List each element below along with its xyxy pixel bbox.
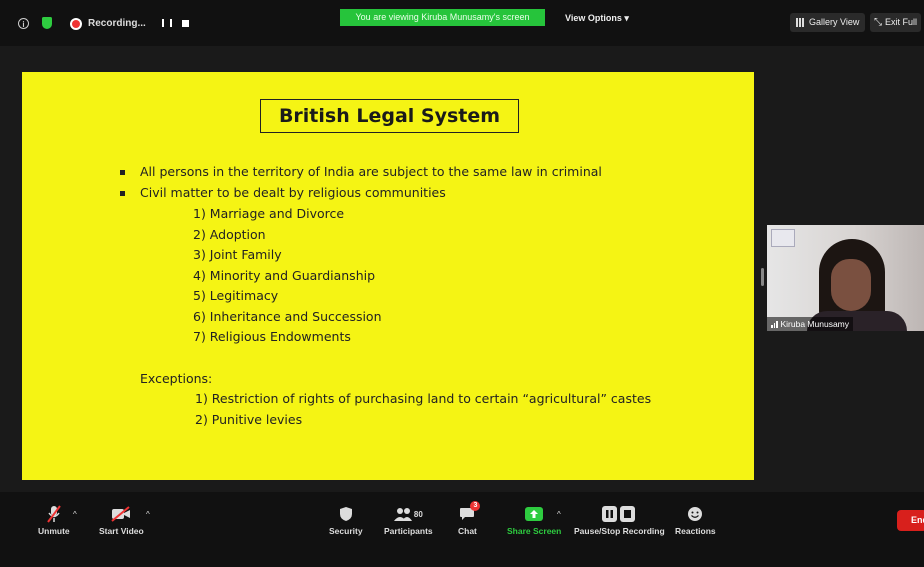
security-button[interactable]: Security bbox=[329, 505, 363, 536]
participant-video-tile[interactable]: Kiruba Munusamy bbox=[767, 225, 924, 331]
microphone-muted-icon bbox=[47, 505, 61, 523]
participant-name: Kiruba Munusamy bbox=[780, 319, 850, 329]
civil-item: 6) Inheritance and Succession bbox=[193, 309, 382, 324]
gallery-view-button[interactable]: Gallery View bbox=[790, 13, 866, 32]
pause-stop-recording-label: Pause/Stop Recording bbox=[574, 526, 665, 536]
civil-item: 7) Religious Endowments bbox=[193, 329, 351, 344]
video-camera-off-icon bbox=[111, 505, 131, 523]
civil-item: 5) Legitimacy bbox=[193, 288, 279, 303]
gallery-view-label: Gallery View bbox=[809, 17, 860, 27]
civil-item: 4) Minority and Guardianship bbox=[193, 268, 376, 283]
exit-full-label: Exit Full bbox=[885, 17, 918, 27]
participants-count: 80 bbox=[413, 509, 423, 519]
share-options-caret[interactable]: ^ bbox=[557, 510, 561, 519]
unmute-label: Unmute bbox=[38, 526, 70, 536]
participant-name-bar: Kiruba Munusamy bbox=[767, 317, 854, 331]
share-screen-button[interactable]: Share Screen bbox=[507, 505, 561, 536]
participants-icon: 80 bbox=[393, 505, 423, 523]
viewing-screen-banner: You are viewing Kiruba Munusamy's screen bbox=[340, 9, 545, 26]
security-label: Security bbox=[329, 526, 363, 536]
civil-item: 2) Adoption bbox=[193, 227, 266, 242]
end-meeting-button[interactable]: End bbox=[897, 510, 924, 531]
encryption-shield-icon[interactable] bbox=[42, 17, 52, 29]
recording-indicator: Recording... bbox=[72, 18, 146, 29]
unmute-button[interactable]: Unmute bbox=[38, 505, 70, 536]
video-options-caret[interactable]: ^ bbox=[146, 510, 150, 519]
participants-button[interactable]: 80 Participants bbox=[384, 505, 433, 536]
view-options-label: View Options bbox=[565, 13, 622, 23]
shared-screen-slide: British Legal System All persons in the … bbox=[22, 72, 754, 480]
civil-item: 3) Joint Family bbox=[193, 247, 282, 262]
chat-label: Chat bbox=[458, 526, 477, 536]
start-video-label: Start Video bbox=[99, 526, 144, 536]
stop-recording-button[interactable] bbox=[182, 20, 189, 27]
slide-bullet: All persons in the territory of India ar… bbox=[120, 164, 602, 179]
wall-poster bbox=[771, 229, 795, 247]
participant-face bbox=[831, 259, 871, 311]
grid-icon bbox=[796, 18, 805, 27]
exception-item: 2) Punitive levies bbox=[195, 412, 303, 427]
slide-bullet: Civil matter to be dealt by religious co… bbox=[120, 185, 446, 200]
pause-recording-button[interactable] bbox=[162, 19, 174, 27]
start-video-button[interactable]: Start Video bbox=[99, 505, 144, 536]
exit-fullscreen-icon: ⤡ bbox=[874, 17, 882, 28]
share-screen-label: Share Screen bbox=[507, 526, 562, 536]
chat-button[interactable]: 3 Chat bbox=[458, 501, 481, 536]
smiley-icon bbox=[687, 505, 703, 523]
exceptions-heading: Exceptions: bbox=[140, 371, 213, 386]
pause-stop-recording-button[interactable]: Pause/Stop Recording bbox=[574, 505, 665, 536]
signal-strength-icon bbox=[771, 320, 778, 328]
audio-options-caret[interactable]: ^ bbox=[73, 510, 77, 519]
reactions-button[interactable]: Reactions bbox=[675, 505, 716, 536]
view-options-menu[interactable]: View Options ▾ bbox=[565, 13, 629, 24]
exception-item: 1) Restriction of rights of purchasing l… bbox=[195, 391, 652, 406]
info-icon[interactable]: i bbox=[18, 18, 29, 29]
panel-resize-handle[interactable] bbox=[761, 268, 764, 286]
recording-dot-icon bbox=[72, 19, 80, 28]
share-screen-icon bbox=[525, 505, 544, 523]
participants-label: Participants bbox=[384, 526, 433, 536]
slide-title: British Legal System bbox=[260, 99, 519, 133]
exit-fullscreen-button[interactable]: ⤡ Exit Full bbox=[870, 13, 922, 32]
recording-label: Recording... bbox=[88, 18, 146, 29]
chat-icon: 3 bbox=[459, 501, 481, 523]
reactions-label: Reactions bbox=[675, 526, 716, 536]
shield-icon bbox=[339, 505, 353, 523]
pause-stop-icon bbox=[602, 505, 636, 523]
civil-item: 1) Marriage and Divorce bbox=[193, 206, 345, 221]
chevron-down-icon: ▾ bbox=[624, 13, 629, 23]
